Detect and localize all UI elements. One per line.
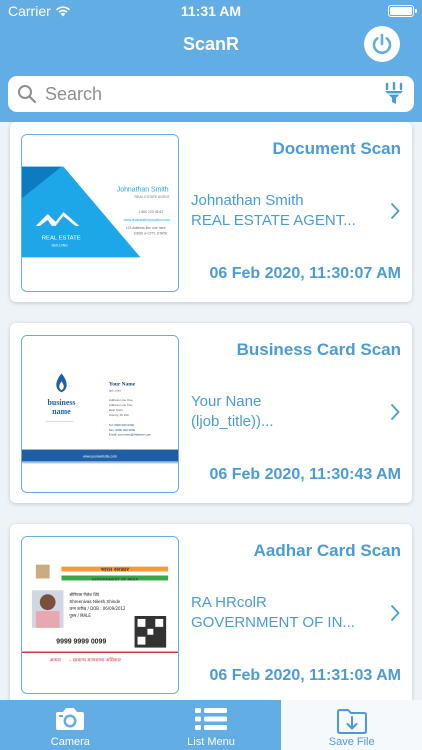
business-card-thumbnail: business name Your Name (job_title) Addr… xyxy=(21,335,179,493)
camera-icon xyxy=(0,706,141,732)
card-address-1: 123 Address line one here xyxy=(126,226,166,230)
tab-label: Save File xyxy=(328,736,375,748)
scan-date: 06 Feb 2020, 11:31:03 AM xyxy=(209,667,401,684)
scan-date: 06 Feb 2020, 11:30:07 AM xyxy=(209,265,401,282)
card-logo-line-1: business xyxy=(47,398,75,407)
search-icon xyxy=(17,84,37,109)
business-card-image: business name Your Name (job_title) Addr… xyxy=(22,336,178,492)
aadhar-header-english: GOVERNMENT OF INDIA xyxy=(92,576,139,581)
search-bar xyxy=(8,76,414,112)
tab-label: Camera xyxy=(50,736,90,748)
search-input[interactable] xyxy=(45,80,365,108)
status-bar: Carrier 11:31 AM xyxy=(0,0,422,22)
tab-bar: Camera List Menu Save File xyxy=(0,700,422,750)
card-address-4: County, 00 100 xyxy=(109,413,129,417)
chevron-right-icon xyxy=(390,604,400,627)
scan-type-label: Business Card Scan xyxy=(236,340,401,359)
card-phone: 1 800 123 45 67 xyxy=(139,210,164,214)
scan-card-business[interactable]: business name Your Name (job_title) Addr… xyxy=(10,323,412,503)
aadhar-footer-text: - सामान्य माणसाचा अधिकार xyxy=(69,656,121,663)
chevron-right-icon xyxy=(390,202,400,225)
tab-list-menu[interactable]: List Menu xyxy=(141,700,282,750)
scan-text-line-2: REAL ESTATE AGENT... xyxy=(191,212,356,229)
aadhar-name-english: Shreenivas Nilesh Shinde xyxy=(69,599,120,604)
document-thumbnail: REAL ESTATE BUILDING Johnathan Smith REA… xyxy=(21,134,179,292)
card-fax: Fax: 0900 000 0000 xyxy=(109,428,136,432)
aadhar-header-hindi: भारत सरकार xyxy=(101,568,130,574)
card-address-2: Address Line Two, xyxy=(109,403,133,407)
battery-icon xyxy=(388,5,417,17)
scan-type-label: Aadhar Card Scan xyxy=(253,541,401,560)
card-tel: Tel: 0900 000 0000 xyxy=(109,423,134,427)
aadhar-number: 9999 9999 0099 xyxy=(56,639,106,646)
scan-text-line-1: Your Nane xyxy=(191,393,262,410)
power-icon xyxy=(372,33,392,55)
card-title: REAL ESTATE AGENT xyxy=(135,195,171,199)
card-address-1: Address Line One, xyxy=(109,398,134,402)
scan-text-line-1: RA HRcolR xyxy=(191,594,267,611)
card-logo-sub: BUILDING xyxy=(52,244,69,248)
status-time: 11:31 AM xyxy=(180,3,242,19)
card-web: www.yourwebsite.com xyxy=(83,454,117,458)
card-web: www.realestateinnovation.com xyxy=(124,218,171,222)
aadhar-card-thumbnail: भारत सरकार GOVERNMENT OF INDIA श्रीनिवास… xyxy=(21,536,179,694)
scan-text-line-2: (ljob_title))... xyxy=(191,413,274,430)
nav-bar: ScanR xyxy=(0,22,422,66)
scan-type-label: Document Scan xyxy=(272,139,401,158)
scan-list: REAL ESTATE BUILDING Johnathan Smith REA… xyxy=(0,122,422,700)
card-email: Email: you.name@thisisme.com xyxy=(109,433,152,437)
card-name: Johnathan Smith xyxy=(117,186,169,193)
tab-camera[interactable]: Camera xyxy=(0,700,141,750)
card-logo-line-2: name xyxy=(52,407,71,416)
list-icon xyxy=(141,706,282,732)
scan-text-line-2: GOVERNMENT OF IN... xyxy=(191,614,355,631)
chevron-right-icon xyxy=(390,403,400,426)
search-area xyxy=(0,66,422,122)
aadhar-footer-brand: आधार xyxy=(50,657,62,663)
filter-icon[interactable] xyxy=(384,81,404,111)
card-address-3: Real Town, xyxy=(109,408,124,412)
card-address-2: 10000 w CITY, STATE xyxy=(134,232,169,236)
aadhar-dob: जन्म तारीख / DOB : 06/09/2012 xyxy=(69,606,126,611)
save-file-icon xyxy=(281,706,422,736)
card-title: (job_title) xyxy=(109,388,121,392)
business-card-image: REAL ESTATE BUILDING Johnathan Smith REA… xyxy=(22,135,178,291)
app-title: ScanR xyxy=(182,34,240,54)
scan-text-line-1: Johnathan Smith xyxy=(191,192,304,209)
card-logo-text: REAL ESTATE xyxy=(42,236,81,242)
scan-card-document[interactable]: REAL ESTATE BUILDING Johnathan Smith REA… xyxy=(10,122,412,302)
aadhar-name-hindi: श्रीनिवास निलेश शिंदे xyxy=(69,592,100,597)
tab-save-file[interactable]: Save File xyxy=(281,700,422,750)
tab-label: List Menu xyxy=(187,736,235,748)
power-button[interactable] xyxy=(364,26,400,62)
aadhar-card-image: भारत सरकार GOVERNMENT OF INDIA श्रीनिवास… xyxy=(22,537,178,693)
scan-card-aadhar[interactable]: भारत सरकार GOVERNMENT OF INDIA श्रीनिवास… xyxy=(10,524,412,700)
scan-date: 06 Feb 2020, 11:30:43 AM xyxy=(209,466,401,483)
card-name: Your Name xyxy=(109,381,136,387)
